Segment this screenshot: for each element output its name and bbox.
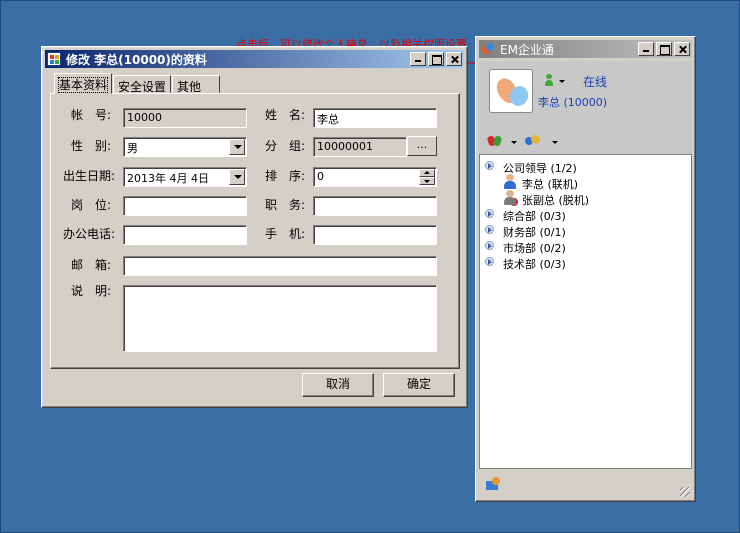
calendar-dropdown-icon[interactable] [229, 169, 245, 185]
name-field[interactable]: 李总 [313, 108, 437, 128]
expand-icon[interactable] [485, 257, 494, 266]
app-icon [47, 52, 61, 66]
birthday-picker[interactable]: 2013年 4月 4日 [123, 167, 247, 187]
tree-member-offline[interactable]: 张副总 (脱机) [522, 192, 589, 208]
em-title: EM企业通 [500, 43, 554, 57]
resize-grip-icon[interactable] [680, 487, 690, 497]
browse-group-button[interactable]: ... [407, 136, 437, 156]
account-label: 帐 号: [71, 108, 112, 122]
duty-field[interactable] [313, 196, 437, 216]
gender-label: 性 别: [71, 139, 112, 153]
em-titlebar[interactable]: EM企业通 [479, 40, 692, 58]
remark-label: 说 明: [71, 284, 112, 298]
em-logo-icon [481, 42, 495, 56]
maximize-icon[interactable] [656, 42, 672, 56]
email-field[interactable] [123, 256, 437, 276]
birthday-label: 出生日期: [63, 169, 116, 183]
em-window: EM企业通 在线 李总 (10000) 公司领导 (1/2) 李总 (联机) 张… [475, 36, 696, 502]
current-user-label[interactable]: 李总 (10000) [538, 94, 607, 110]
office-phone-label: 办公电话: [63, 227, 116, 241]
chevron-down-icon[interactable] [229, 139, 245, 155]
group-field[interactable]: 10000001 [313, 137, 407, 157]
account-field[interactable]: 10000 [123, 108, 247, 128]
expand-icon[interactable] [485, 209, 494, 218]
tree-group-tech[interactable]: 技术部 (0/3) [503, 256, 566, 272]
tab-other[interactable]: 其他 [172, 75, 221, 94]
tree-member-online[interactable]: 李总 (联机) [522, 176, 578, 192]
status-dropdown-icon[interactable] [559, 80, 565, 83]
spin-up-icon[interactable] [419, 169, 435, 177]
order-label: 排 序: [265, 169, 306, 183]
close-icon[interactable] [674, 42, 690, 56]
contacts-icon[interactable] [525, 134, 541, 148]
expand-icon[interactable] [485, 161, 494, 170]
status-text[interactable]: 在线 [583, 73, 607, 90]
dialog-titlebar[interactable]: 修改 李总(10000)的资料 [45, 50, 464, 68]
spin-down-icon[interactable] [419, 177, 435, 185]
em-bottom-bar [479, 469, 692, 499]
tab-strip: 基本资料 安全设置 其他 [54, 73, 221, 94]
contact-tree: 公司领导 (1/2) 李总 (联机) 张副总 (脱机) 综合部 (0/3) 财务… [479, 154, 692, 469]
mobile-field[interactable] [313, 225, 437, 245]
email-label: 邮 箱: [71, 258, 112, 272]
apps-dropdown-icon[interactable] [511, 141, 517, 144]
expand-icon[interactable] [485, 225, 494, 234]
em-toolbar [479, 130, 692, 154]
ok-button[interactable]: 确定 [383, 373, 455, 397]
online-user-icon [503, 174, 517, 190]
order-stepper[interactable]: 0 [313, 167, 437, 187]
mobile-label: 手 机: [265, 227, 306, 241]
tree-group-general[interactable]: 综合部 (0/3) [503, 208, 566, 224]
dialog-title: 修改 李总(10000)的资料 [66, 53, 207, 67]
gender-value: 男 [127, 142, 138, 155]
apps-icon[interactable] [488, 134, 502, 148]
minimize-icon[interactable] [638, 42, 654, 56]
window-controls [408, 52, 462, 66]
spin-buttons [419, 169, 435, 185]
order-value: 0 [317, 170, 324, 183]
birthday-value: 2013年 4月 4日 [127, 172, 209, 185]
tab-other-label: 其他 [177, 80, 202, 94]
tree-group-marketing[interactable]: 市场部 (0/2) [503, 240, 566, 256]
position-label: 岗 位: [71, 198, 112, 212]
em-window-controls [636, 42, 690, 56]
tab-basic-info-label: 基本资料 [57, 77, 109, 93]
basic-info-panel: 帐 号: 10000 姓 名: 李总 性 别: 男 分 组: 10000001 … [50, 93, 460, 369]
main-menu-icon[interactable] [486, 475, 502, 491]
expand-icon[interactable] [485, 241, 494, 250]
minimize-icon[interactable] [410, 52, 426, 66]
tab-security[interactable]: 安全设置 [113, 75, 172, 94]
tab-basic-info[interactable]: 基本资料 [54, 73, 113, 94]
close-icon[interactable] [446, 52, 462, 66]
edit-profile-dialog: 修改 李总(10000)的资料 基本资料 安全设置 其他 帐 号: 10000 … [41, 46, 468, 408]
maximize-icon[interactable] [428, 52, 444, 66]
tab-security-label: 安全设置 [118, 80, 167, 94]
remark-textarea[interactable] [123, 285, 437, 352]
offline-badge [510, 198, 518, 206]
name-label: 姓 名: [265, 108, 306, 122]
contacts-dropdown-icon[interactable] [552, 141, 558, 144]
gender-select[interactable]: 男 [123, 137, 247, 157]
position-field[interactable] [123, 196, 247, 216]
cancel-button[interactable]: 取消 [302, 373, 374, 397]
avatar[interactable] [489, 69, 533, 113]
duty-label: 职 务: [265, 198, 306, 212]
group-label: 分 组: [265, 139, 306, 153]
tree-group-finance[interactable]: 财务部 (0/1) [503, 224, 566, 240]
online-status-icon[interactable] [545, 74, 553, 86]
offline-user-icon [503, 190, 518, 206]
office-phone-field[interactable] [123, 225, 247, 245]
